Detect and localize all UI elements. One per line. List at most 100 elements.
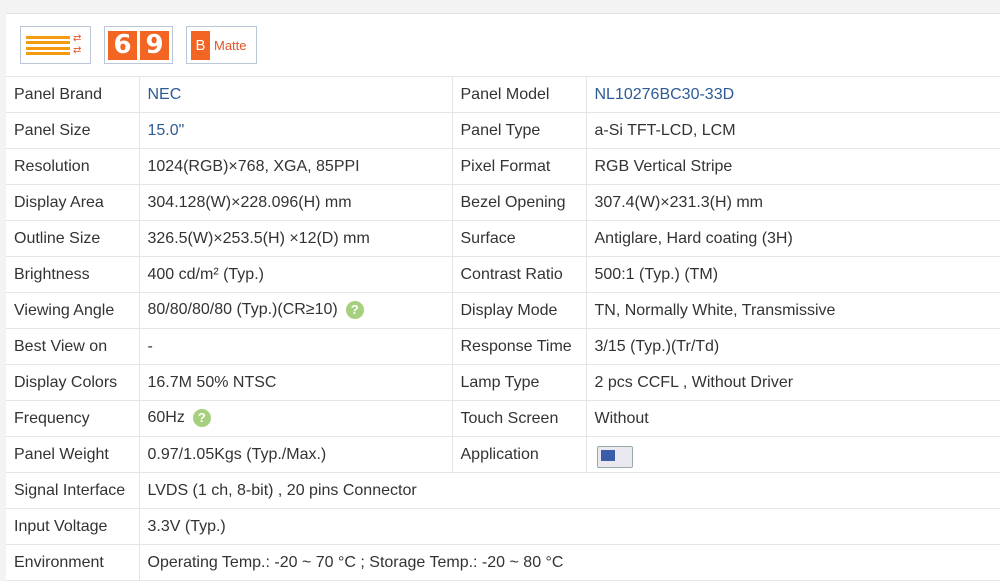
spec-value: a-Si TFT-LCD, LCM <box>585 112 1000 149</box>
spec-value: Without <box>585 400 1000 437</box>
monitor-device-icon <box>595 442 633 468</box>
spec-label-text: Resolution <box>14 157 90 175</box>
spec-value-text: 1024(RGB)×768, XGA, 85PPI <box>147 157 360 175</box>
spec-value-text: 304.128(W)×228.096(H) mm <box>147 193 352 211</box>
spec-label: Best View on <box>6 328 139 365</box>
spec-label-text: Panel Model <box>460 85 550 103</box>
spec-label-text: Response Time <box>460 337 572 355</box>
spec-label-text: Bezel Opening <box>460 193 566 211</box>
spec-label-text: Panel Type <box>460 121 541 139</box>
spec-value-text: NEC <box>147 85 182 103</box>
spec-row: Environment Operating Temp.: -20 ~ 70 °C … <box>6 544 1000 581</box>
spec-value-text: 3.3V (Typ.) <box>147 517 226 535</box>
spec-row: Best View on - Response Time 3/15 (Typ.)(Tr… <box>6 328 1000 365</box>
spec-label-text: Pixel Format <box>460 157 551 175</box>
spec-label-text: Signal Interface <box>14 481 126 499</box>
surface-badge: B Matte <box>186 26 257 64</box>
spec-label-text: Surface <box>460 229 516 247</box>
spec-value: TN, Normally White, Transmissive <box>585 292 1000 329</box>
number-badge: 6 9 <box>104 26 173 64</box>
spec-value: 1024(RGB)×768, XGA, 85PPI <box>138 148 452 185</box>
spec-value-text: 0.97/1.05Kgs (Typ./Max.) <box>147 445 327 463</box>
spec-label: Touch Screen <box>451 400 586 437</box>
spec-value: NL10276BC30-33D <box>585 76 1000 113</box>
badge-digit-right: 9 <box>140 30 169 60</box>
spec-value-text: 500:1 (Typ.) (TM) <box>594 265 719 283</box>
spec-label-text: Panel Size <box>14 121 91 139</box>
spec-value: 400 cd/m² (Typ.) <box>138 256 452 293</box>
spec-value-text: 60Hz <box>147 409 185 427</box>
spec-label-text: Input Voltage <box>14 517 108 535</box>
spec-label-text: Outline Size <box>14 229 101 247</box>
spec-label: Viewing Angle <box>6 292 139 329</box>
spec-value: 326.5(W)×253.5(H) ×12(D) mm <box>138 220 452 257</box>
spec-row: Display Colors 16.7M 50% NTSC Lamp Type 2 p… <box>6 364 1000 401</box>
spec-value: 15.0" <box>138 112 452 149</box>
spec-label-text: Display Area <box>14 193 104 211</box>
spec-label-text: Frequency <box>14 409 90 427</box>
spec-label-text: Lamp Type <box>460 373 540 391</box>
spec-label: Response Time <box>451 328 586 365</box>
spec-row: Frequency 60Hz? Touch Screen Without <box>6 400 1000 437</box>
spec-label-text: Touch Screen <box>460 409 559 427</box>
spec-value-text: 326.5(W)×253.5(H) ×12(D) mm <box>147 229 370 247</box>
spec-label: Panel Model <box>451 76 586 113</box>
spec-row: Brightness 400 cd/m² (Typ.) Contrast Ratio… <box>6 256 1000 293</box>
spec-label: Bezel Opening <box>451 184 586 221</box>
spec-value-text: a-Si TFT-LCD, LCM <box>594 121 736 139</box>
question-icon[interactable]: ? <box>345 301 364 320</box>
spec-value-text: TN, Normally White, Transmissive <box>594 301 836 319</box>
spec-value-text: 400 cd/m² (Typ.) <box>147 265 264 283</box>
spec-value: 3.3V (Typ.) <box>138 508 1000 545</box>
spec-value-text: Operating Temp.: -20 ~ 70 °C ; Storage T… <box>147 553 564 571</box>
surface-letter: B <box>191 30 210 60</box>
spec-label: Input Voltage <box>6 508 139 545</box>
spec-value: 3/15 (Typ.)(Tr/Td) <box>585 328 1000 365</box>
spec-row: Panel Weight 0.97/1.05Kgs (Typ./Max.) Appl… <box>6 436 1000 473</box>
spec-value: 60Hz? <box>138 400 452 437</box>
spec-label-text: Brightness <box>14 265 90 283</box>
spec-value: Operating Temp.: -20 ~ 70 °C ; Storage T… <box>138 544 1000 581</box>
badge-row: ⇄ ⇄ 6 9 B Matte <box>20 26 257 66</box>
spec-label: Surface <box>451 220 586 257</box>
spec-value-text: - <box>147 337 153 355</box>
spec-label-text: Contrast Ratio <box>460 265 563 283</box>
spec-label: Panel Size <box>6 112 139 149</box>
badge-digit-left: 6 <box>108 30 137 60</box>
spec-label-text: Display Mode <box>460 301 558 319</box>
spec-value: 16.7M 50% NTSC <box>138 364 452 401</box>
spec-value-text: 80/80/80/80 (Typ.)(CR≥10) <box>147 301 338 319</box>
spec-label: Lamp Type <box>451 364 586 401</box>
spec-label: Frequency <box>6 400 139 437</box>
spec-value-text: Without <box>594 409 649 427</box>
spec-value: 2 pcs CCFL , Without Driver <box>585 364 1000 401</box>
spec-label: Brightness <box>6 256 139 293</box>
spec-value-text: 3/15 (Typ.)(Tr/Td) <box>594 337 720 355</box>
spec-value: LVDS (1 ch, 8-bit) , 20 pins Connector <box>138 472 1000 509</box>
spec-label: Panel Weight <box>6 436 139 473</box>
spec-row: Outline Size 326.5(W)×253.5(H) ×12(D) mm S… <box>6 220 1000 257</box>
spec-value: RGB Vertical Stripe <box>585 148 1000 185</box>
spec-value-text: 16.7M 50% NTSC <box>147 373 277 391</box>
spec-row: Input Voltage 3.3V (Typ.) <box>6 508 1000 545</box>
spec-row: Signal Interface LVDS (1 ch, 8-bit) , 20 … <box>6 472 1000 509</box>
spec-label: Pixel Format <box>451 148 586 185</box>
spec-label: Display Mode <box>451 292 586 329</box>
spec-value: 304.128(W)×228.096(H) mm <box>138 184 452 221</box>
spec-row: Viewing Angle 80/80/80/80 (Typ.)(CR≥10)? D… <box>6 292 1000 329</box>
spec-label: Display Area <box>6 184 139 221</box>
spec-value-text: 307.4(W)×231.3(H) mm <box>594 193 764 211</box>
spec-value-text: Antiglare, Hard coating (3H) <box>594 229 793 247</box>
spec-row: Resolution 1024(RGB)×768, XGA, 85PPI Pixel… <box>6 148 1000 185</box>
spec-label: Application <box>451 436 586 473</box>
brightness-bars-icon: ⇄ ⇄ <box>20 26 91 64</box>
spec-label: Contrast Ratio <box>451 256 586 293</box>
spec-label-text: Environment <box>14 553 104 571</box>
spec-label-text: Panel Brand <box>14 85 103 103</box>
spec-label: Signal Interface <box>6 472 139 509</box>
spec-value-text: NL10276BC30-33D <box>594 85 735 103</box>
spec-value-text: LVDS (1 ch, 8-bit) , 20 pins Connector <box>147 481 417 499</box>
spec-label: Panel Type <box>451 112 586 149</box>
spec-row: Display Area 304.128(W)×228.096(H) mm Beze… <box>6 184 1000 221</box>
question-icon[interactable]: ? <box>192 409 211 428</box>
